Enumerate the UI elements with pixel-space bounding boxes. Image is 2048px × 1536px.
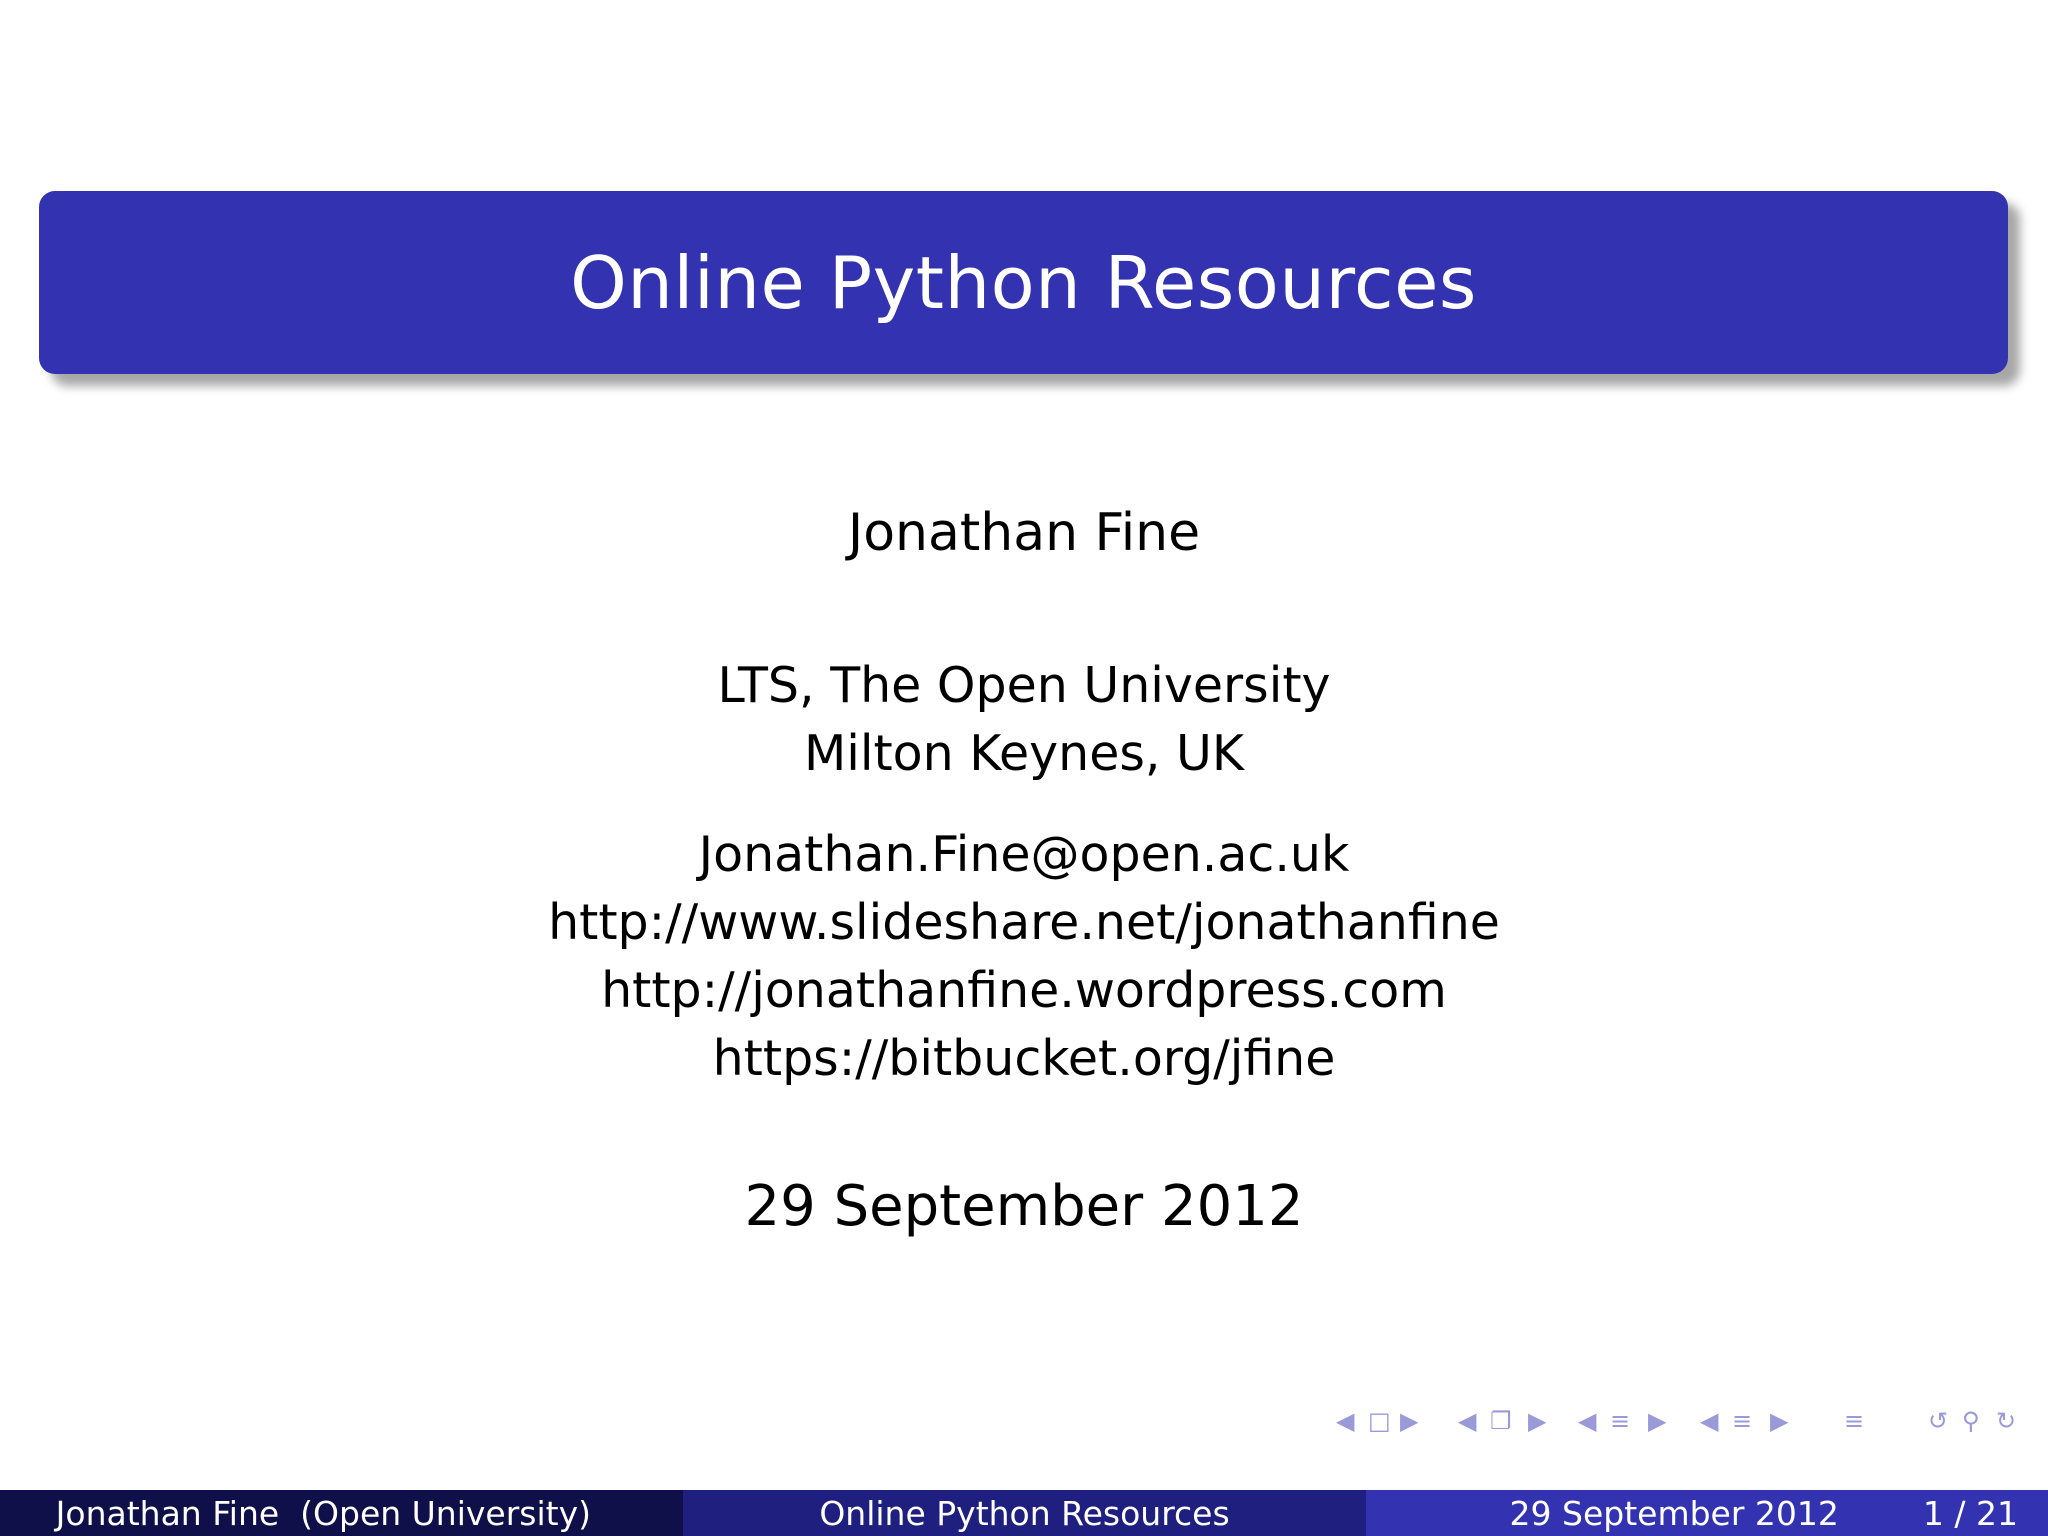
slideshare-link: http://www.slideshare.net/jonathanfine [548,894,1500,951]
page-number: 1 / 21 [1922,1493,2018,1533]
arrow-left-icon[interactable]: ◀ [1336,1405,1354,1437]
footer-title-text: Online Python Resources [819,1493,1230,1533]
arrow-right-icon[interactable]: ▶ [1648,1405,1666,1437]
footer-title: Online Python Resources [683,1490,1366,1536]
align-icon[interactable]: ≡ [1844,1405,1864,1437]
title-bar: Online Python Resources [39,191,2008,374]
section-icon[interactable]: ≡ [1610,1405,1630,1437]
redo-icon[interactable]: ↻ [1996,1405,2016,1437]
institution-line: Milton Keynes, UK [803,725,1245,782]
blog-link: http://jonathanfine.wordpress.com [601,962,1447,1019]
author-name: Jonathan Fine [847,503,1201,563]
footer-author: Jonathan Fine (Open University) [0,1490,683,1536]
subsection-list-icon[interactable]: ≡ [1732,1405,1752,1437]
arrow-left-icon[interactable]: ◀ [1458,1405,1476,1437]
beamer-navigation: ◀ □ ▶ ◀ ❐ ▶ ◀ ≡ ▶ ◀ ≡ ▶ ≡ ↺ ⚲ ↻ [1328,1405,2048,1437]
email-address: Jonathan.Fine@open.ac.uk [698,826,1350,883]
arrow-left-icon[interactable]: ◀ [1578,1405,1596,1437]
bitbucket-link: https://bitbucket.org/jfine [712,1030,1336,1087]
search-icon[interactable]: ⚲ [1962,1405,1980,1437]
footer-author-text: Jonathan Fine (Open University) [55,1493,591,1533]
arrow-right-icon[interactable]: ▶ [1528,1405,1546,1437]
footer-bar: Jonathan Fine (Open University) Online P… [0,1490,2048,1536]
footer-date: 29 September 2012 [1509,1493,1839,1533]
footer-date-page: 29 September 2012 1 / 21 [1366,1490,2048,1536]
slide-date: 29 September 2012 [744,1174,1304,1239]
subsection-icon[interactable]: ❐ [1490,1405,1512,1437]
arrow-left-icon[interactable]: ◀ [1700,1405,1718,1437]
arrow-right-icon[interactable]: ▶ [1770,1405,1788,1437]
frame-icon[interactable]: □ [1368,1405,1391,1437]
undo-icon[interactable]: ↺ [1928,1405,1948,1437]
arrow-right-icon[interactable]: ▶ [1400,1405,1418,1437]
institution-line: LTS, The Open University [717,657,1331,714]
slide-title: Online Python Resources [570,240,1477,325]
